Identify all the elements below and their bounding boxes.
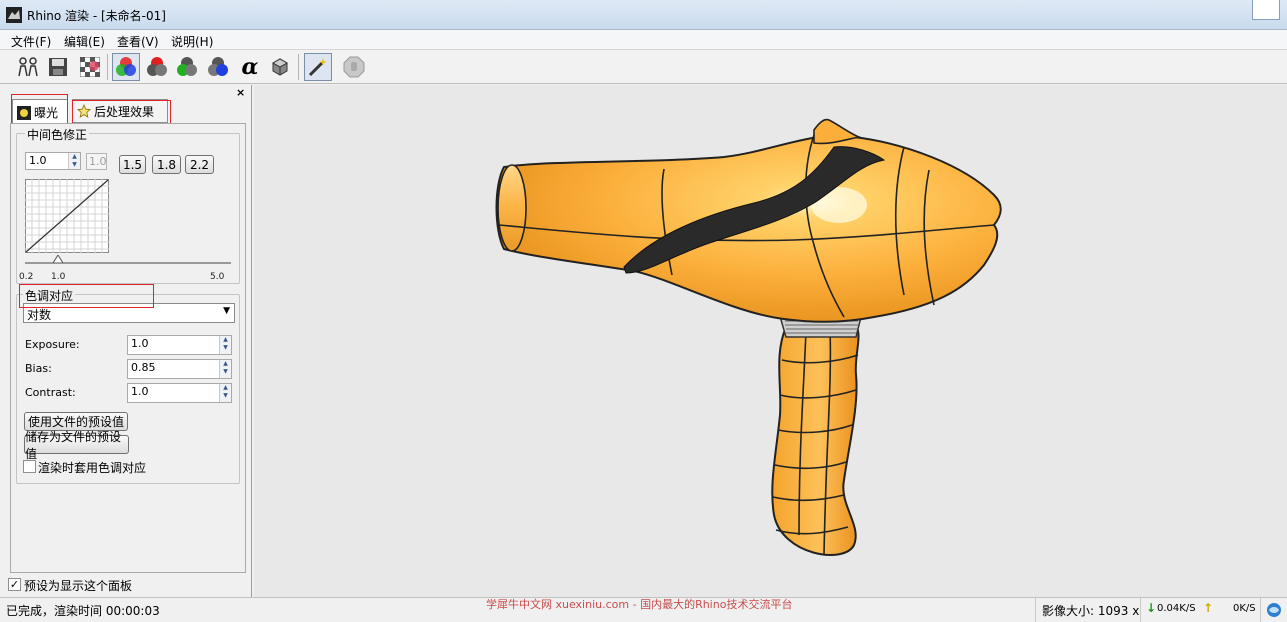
exposure-input[interactable]: 1.0 ▲ ▼	[127, 335, 232, 355]
people-icon[interactable]	[14, 53, 42, 81]
apply-tone-checkbox[interactable]	[23, 460, 36, 473]
tone-mapping-group: 色调对应 对数 ▼ Exposure: 1.0 ▲ ▼ Bias: 0.85 ▲ ▼…	[16, 287, 240, 484]
show-default-checkbox[interactable]: ✓	[8, 578, 21, 591]
gamma-group: 中间色修正 1.0 ▲ ▼ 1.0 1.5 1.8 2.2 0.2 1.0 5.…	[16, 126, 240, 284]
green-channel-icon[interactable]	[173, 53, 201, 81]
image-size-text: 影像大小: 1093 x	[1042, 604, 1140, 618]
watermark-text: 学犀牛中文网 xuexiniu.com - 国内最大的Rhino技术交流平台	[486, 598, 793, 611]
menu-view[interactable]: 查看(V)	[117, 33, 159, 50]
spin-arrows-icon[interactable]: ▲ ▼	[68, 153, 80, 169]
gamma-value: 1.0	[29, 154, 47, 167]
exposure-value: 1.0	[131, 337, 149, 350]
gamma-preset-1-5[interactable]: 1.5	[119, 155, 146, 174]
checker-icon[interactable]	[76, 53, 104, 81]
rgb-channels-icon[interactable]	[112, 53, 140, 81]
spin-arrows-icon[interactable]: ▲ ▼	[219, 360, 231, 378]
network-icon-cell	[1260, 598, 1287, 622]
network-speed-cell: ↓ 0.04K/S ↑ 0K/S	[1140, 598, 1260, 622]
hair-dryer-render	[495, 118, 1002, 556]
alpha-icon[interactable]: α	[236, 53, 264, 81]
contrast-label: Contrast:	[25, 386, 76, 399]
slider-mid-label: 1.0	[51, 272, 66, 282]
dropdown-arrow-icon: ▼	[223, 306, 230, 316]
toolbar: α	[0, 50, 1287, 84]
exposure-label: Exposure:	[25, 338, 80, 351]
bias-input[interactable]: 0.85 ▲ ▼	[127, 359, 232, 379]
show-default-label: 预设为显示这个面板	[24, 579, 133, 593]
menu-edit[interactable]: 编辑(E)	[64, 33, 105, 50]
magic-wand-icon[interactable]	[304, 53, 332, 81]
gamma-group-title: 中间色修正	[25, 126, 90, 143]
apply-tone-label: 渲染时套用色调对应	[38, 461, 147, 475]
slider-max-label: 5.0	[210, 272, 225, 282]
window-title: Rhino 渲染 - [未命名-01]	[27, 9, 166, 23]
render-status-text: 已完成，渲染时间 00:00:03	[6, 604, 160, 618]
rhino-app-icon	[6, 7, 22, 23]
cube-icon[interactable]	[266, 53, 294, 81]
spin-arrows-icon[interactable]: ▲ ▼	[219, 336, 231, 354]
up-speed-text: 0K/S	[1233, 603, 1256, 614]
gamma-preset-2-2[interactable]: 2.2	[185, 155, 214, 174]
toolbar-separator	[298, 54, 299, 80]
network-globe-icon[interactable]	[1266, 602, 1282, 618]
highlight-box	[19, 284, 154, 308]
save-icon[interactable]	[44, 53, 72, 81]
bias-label: Bias:	[25, 362, 52, 375]
gamma-preset-1-8[interactable]: 1.8	[152, 155, 181, 174]
menu-help[interactable]: 说明(H)	[171, 33, 213, 50]
contrast-value: 1.0	[131, 385, 149, 398]
tone-method-value: 对数	[27, 308, 52, 322]
menu-bar: 文件(F) 编辑(E) 查看(V) 说明(H)	[0, 30, 1287, 50]
minimize-button[interactable]	[1252, 0, 1280, 20]
gamma-disabled-value: 1.0	[86, 153, 107, 170]
gamma-slider-thumb[interactable]	[53, 255, 63, 263]
blue-channel-icon[interactable]	[204, 53, 232, 81]
down-speed-text: 0.04K/S	[1157, 603, 1196, 614]
toolbar-separator	[107, 54, 108, 80]
tab-content: 中间色修正 1.0 ▲ ▼ 1.0 1.5 1.8 2.2 0.2 1.0 5.…	[10, 123, 246, 573]
save-file-defaults-button[interactable]: 储存为文件的预设值	[24, 430, 129, 461]
gamma-curve-graph	[25, 179, 109, 253]
up-arrow-icon: ↑	[1203, 601, 1214, 615]
panel-close-button[interactable]: ×	[236, 86, 245, 99]
exposure-panel: × 曝光 后处理效果 中间色修正 1.0 ▲▼ 1.0 1.5 1.8 2.2	[0, 85, 252, 597]
menu-file[interactable]: 文件(F)	[11, 33, 51, 50]
gamma-value-input[interactable]: 1.0 ▲ ▼	[25, 152, 81, 170]
down-arrow-icon: ↓	[1146, 601, 1157, 615]
red-channel-icon[interactable]	[143, 53, 171, 81]
title-bar: Rhino 渲染 - [未命名-01]	[0, 0, 1287, 30]
slider-min-label: 0.2	[19, 272, 34, 282]
status-bar: 已完成，渲染时间 00:00:03 学犀牛中文网 xuexiniu.com - …	[0, 597, 1287, 622]
stop-hand-icon[interactable]	[340, 53, 368, 81]
render-viewport[interactable]	[254, 85, 1287, 597]
contrast-input[interactable]: 1.0 ▲ ▼	[127, 383, 232, 403]
image-size-cell: 影像大小: 1093 x	[1035, 598, 1140, 622]
bias-value: 0.85	[131, 361, 156, 374]
spin-arrows-icon[interactable]: ▲ ▼	[219, 384, 231, 402]
